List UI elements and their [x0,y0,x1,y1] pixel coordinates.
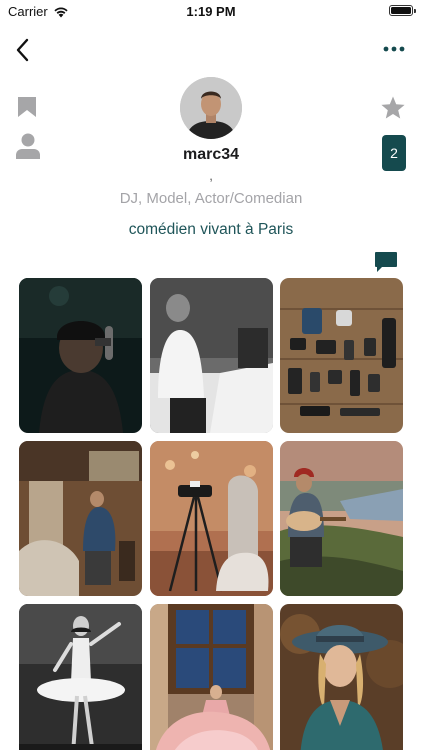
bookmark-icon [18,97,36,117]
battery-icon [389,5,416,16]
photo-tile[interactable] [149,604,273,750]
back-button[interactable] [12,36,34,64]
star-icon [381,96,405,119]
username: marc34 [182,146,240,163]
photo-tile[interactable] [149,441,273,596]
location-text: , [209,168,213,183]
more-options-button[interactable] [382,40,406,58]
message-icon [375,252,397,272]
photo-tile[interactable] [280,278,403,433]
photo-tile[interactable] [280,604,403,750]
bookmark-button[interactable] [17,96,37,118]
message-button[interactable] [374,251,398,273]
bio-text: comédien vivant à Paris [128,221,294,238]
status-bar: Carrier 1:19 PM [0,0,422,22]
photo-tile[interactable] [19,604,142,750]
favorite-button[interactable] [380,95,406,121]
avatar [180,77,242,139]
roles-text: DJ, Model, Actor/Comedian [119,190,303,207]
status-time: 1:19 PM [186,4,236,19]
photo-tile[interactable] [280,441,403,596]
photo-tile[interactable] [149,278,273,433]
chevron-left-icon [16,38,29,62]
photo-tile[interactable] [19,441,142,596]
photo-tile[interactable] [19,278,142,433]
ellipsis-icon [383,46,405,52]
